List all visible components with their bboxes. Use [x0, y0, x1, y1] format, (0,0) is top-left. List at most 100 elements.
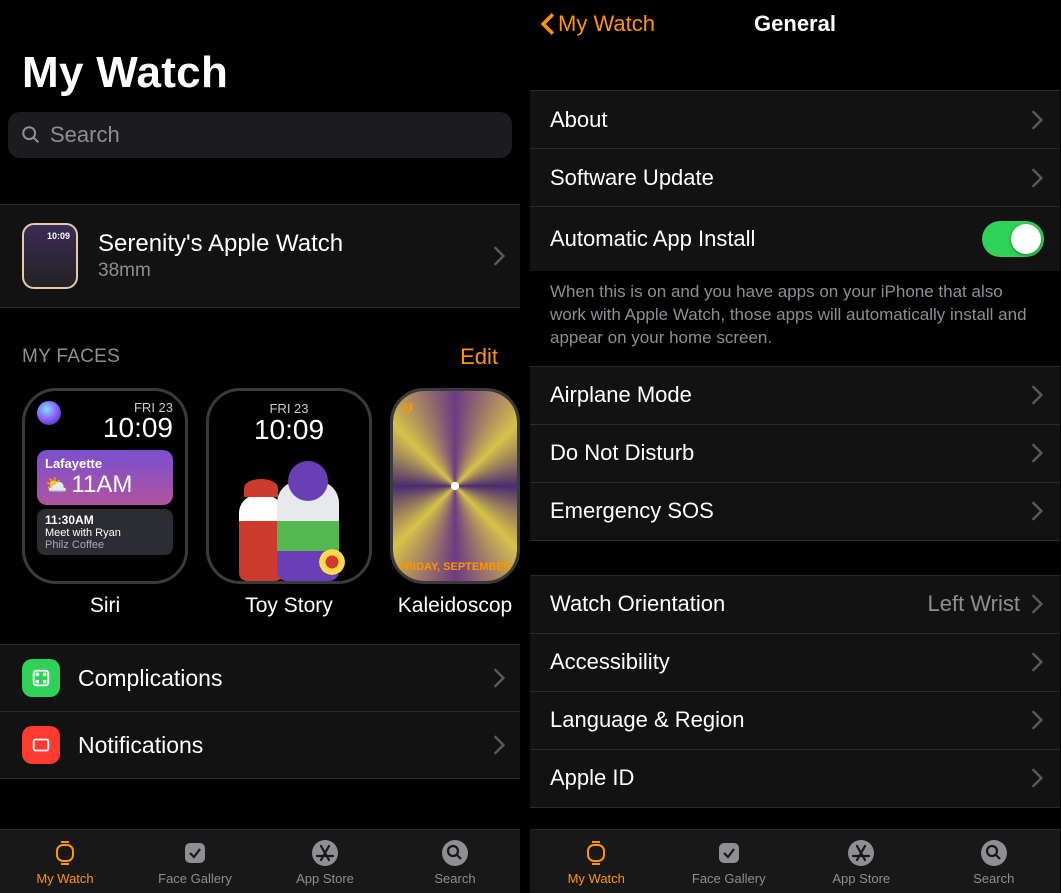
tab-label: My Watch [36, 871, 93, 886]
chevron-right-icon [1030, 767, 1044, 789]
tab-search[interactable]: Search [390, 830, 520, 893]
row-label: Automatic App Install [550, 226, 755, 252]
row-label: Apple ID [550, 765, 634, 791]
tab-app-store[interactable]: App Store [260, 830, 390, 893]
tab-label: Face Gallery [692, 871, 766, 886]
back-label: My Watch [558, 11, 655, 37]
row-label: Complications [78, 665, 474, 692]
faces-section-header: MY FACES Edit [0, 308, 520, 382]
watch-thumbnail-icon [22, 223, 78, 289]
automatic-app-install-toggle[interactable] [982, 221, 1044, 257]
tab-app-store[interactable]: App Store [795, 830, 928, 893]
tab-face-gallery[interactable]: Face Gallery [130, 830, 260, 893]
spacer [0, 168, 520, 204]
settings-list: Complications Notifications [0, 644, 520, 779]
search-input[interactable]: Search [8, 112, 512, 158]
tab-bar: My Watch Face Gallery A [0, 829, 520, 893]
row-label: Watch Orientation [550, 591, 725, 617]
airplane-mode-row[interactable]: Airplane Mode [530, 367, 1060, 425]
event-title: Meet with Ryan [45, 527, 165, 539]
face-item-siri[interactable]: FRI 23 10:09 Lafayette ⛅11AM 11:30AM Mee… [22, 388, 188, 618]
chevron-right-icon [1030, 109, 1044, 131]
do-not-disturb-row[interactable]: Do Not Disturb [530, 425, 1060, 483]
apple-id-row[interactable]: Apple ID [530, 750, 1060, 808]
software-update-row[interactable]: Software Update [530, 149, 1060, 207]
general-group-3: Watch Orientation Left Wrist Accessibili… [530, 575, 1060, 808]
weather-city: Lafayette [45, 456, 165, 471]
face-time: 10:09 [103, 412, 173, 444]
face-preview: ʊ FRIDAY, SEPTEMBER [390, 388, 520, 584]
row-label: Airplane Mode [550, 382, 692, 408]
row-label: Language & Region [550, 707, 745, 733]
tab-label: App Store [296, 871, 354, 886]
appstore-icon [310, 838, 340, 868]
row-label: Do Not Disturb [550, 440, 694, 466]
appstore-icon [846, 838, 876, 868]
tab-label: My Watch [568, 871, 625, 886]
chevron-right-icon [492, 734, 506, 756]
tab-search[interactable]: Search [928, 830, 1061, 893]
search-placeholder: Search [50, 122, 120, 148]
tab-label: Search [973, 871, 1014, 886]
face-preview: FRI 23 10:09 [206, 388, 372, 584]
chevron-right-icon [492, 245, 506, 267]
tab-bar: My Watch Face Gallery A [530, 829, 1060, 893]
row-label: Notifications [78, 732, 474, 759]
edit-faces-button[interactable]: Edit [460, 344, 498, 370]
face-item-toy-story[interactable]: FRI 23 10:09 Toy Story [206, 388, 372, 618]
chevron-right-icon [1030, 709, 1044, 731]
face-name: Toy Story [245, 594, 333, 618]
general-group-1: About Software Update Automatic App Inst… [530, 90, 1060, 271]
watch-orientation-row[interactable]: Watch Orientation Left Wrist [530, 576, 1060, 634]
face-date: FRIDAY, SEPTEMBER [393, 561, 517, 573]
weather-temp: 11AM [71, 471, 132, 499]
nav-bar: My Watch General [530, 0, 1060, 48]
tab-face-gallery[interactable]: Face Gallery [663, 830, 796, 893]
about-row[interactable]: About [530, 91, 1060, 149]
face-item-kaleidoscope[interactable]: ʊ FRIDAY, SEPTEMBER Kaleidoscop [390, 388, 520, 618]
face-name: Siri [90, 594, 120, 618]
complications-row[interactable]: Complications [0, 645, 520, 712]
chevron-left-icon [540, 12, 556, 36]
face-time: 10:09 [221, 414, 357, 446]
faces-section-label: MY FACES [22, 346, 120, 368]
page-title: My Watch [0, 0, 520, 112]
weather-card: Lafayette ⛅11AM [37, 450, 173, 505]
chevron-right-icon [1030, 384, 1044, 406]
event-card: 11:30AM Meet with Ryan Philz Coffee [37, 509, 173, 555]
face-badge: ʊ [403, 399, 413, 417]
gallery-icon [714, 838, 744, 868]
general-group-2: Airplane Mode Do Not Disturb Emergency S… [530, 366, 1060, 541]
faces-scroll[interactable]: FRI 23 10:09 Lafayette ⛅11AM 11:30AM Mee… [0, 382, 520, 618]
tab-my-watch[interactable]: My Watch [0, 830, 130, 893]
chevron-right-icon [1030, 167, 1044, 189]
accessibility-row[interactable]: Accessibility [530, 634, 1060, 692]
notifications-row[interactable]: Notifications [0, 712, 520, 779]
search-icon [979, 838, 1009, 868]
siri-orb-icon [37, 401, 61, 425]
back-button[interactable]: My Watch [540, 11, 655, 37]
chevron-right-icon [492, 667, 506, 689]
spacer [530, 48, 1060, 90]
search-container: Search [0, 112, 520, 168]
event-time: 11:30AM [45, 513, 165, 527]
face-name: Kaleidoscop [398, 594, 512, 618]
row-label: About [550, 107, 608, 133]
chevron-right-icon [1030, 442, 1044, 464]
face-preview: FRI 23 10:09 Lafayette ⛅11AM 11:30AM Mee… [22, 388, 188, 584]
automatic-app-install-note: When this is on and you have apps on you… [530, 271, 1060, 366]
toy-story-art-icon [209, 447, 369, 581]
kaleidoscope-art-icon [393, 391, 517, 581]
watch-name: Serenity's Apple Watch [98, 230, 472, 258]
watch-icon [50, 838, 80, 868]
search-icon [440, 838, 470, 868]
language-region-row[interactable]: Language & Region [530, 692, 1060, 750]
row-value: Left Wrist [927, 591, 1030, 617]
watch-info: Serenity's Apple Watch 38mm [98, 230, 472, 282]
chevron-right-icon [1030, 651, 1044, 673]
paired-watch-row[interactable]: Serenity's Apple Watch 38mm [0, 204, 520, 308]
emergency-sos-row[interactable]: Emergency SOS [530, 483, 1060, 541]
tab-my-watch[interactable]: My Watch [530, 830, 663, 893]
tab-label: Face Gallery [158, 871, 232, 886]
chevron-right-icon [1030, 593, 1044, 615]
